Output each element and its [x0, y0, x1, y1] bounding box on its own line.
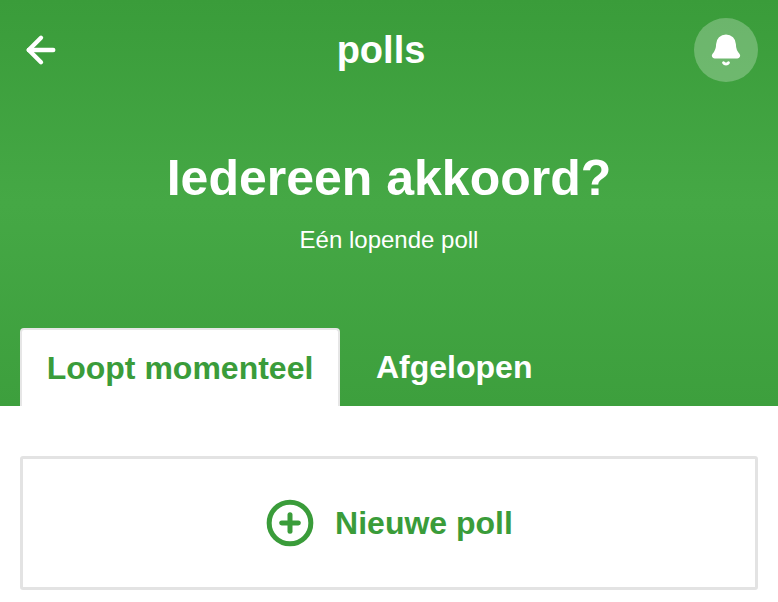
tab[interactable]: Afgelopen	[340, 328, 568, 406]
new-poll-label: Nieuwe poll	[335, 503, 513, 543]
back-button[interactable]	[20, 26, 68, 74]
new-poll-button[interactable]: Nieuwe poll	[20, 456, 758, 590]
tab[interactable]: Loopt momenteel	[20, 328, 340, 406]
bell-icon	[709, 33, 743, 67]
plus-circle-icon	[265, 498, 315, 548]
heading: Iedereen akkoord?	[0, 148, 778, 208]
page-title: polls	[337, 26, 426, 74]
notifications-button[interactable]	[694, 18, 758, 82]
content: Nieuwe poll	[0, 406, 778, 590]
polls-screen: polls Iedereen akkoord? Eén lopende poll Lo…	[0, 0, 778, 602]
tab-bar: Loopt momenteelAfgelopen	[0, 328, 778, 406]
header: polls Iedereen akkoord? Eén lopende poll Lo…	[0, 0, 778, 406]
back-arrow-icon	[20, 29, 62, 71]
subtitle: Eén lopende poll	[0, 225, 778, 255]
top-bar: polls	[0, 0, 778, 100]
